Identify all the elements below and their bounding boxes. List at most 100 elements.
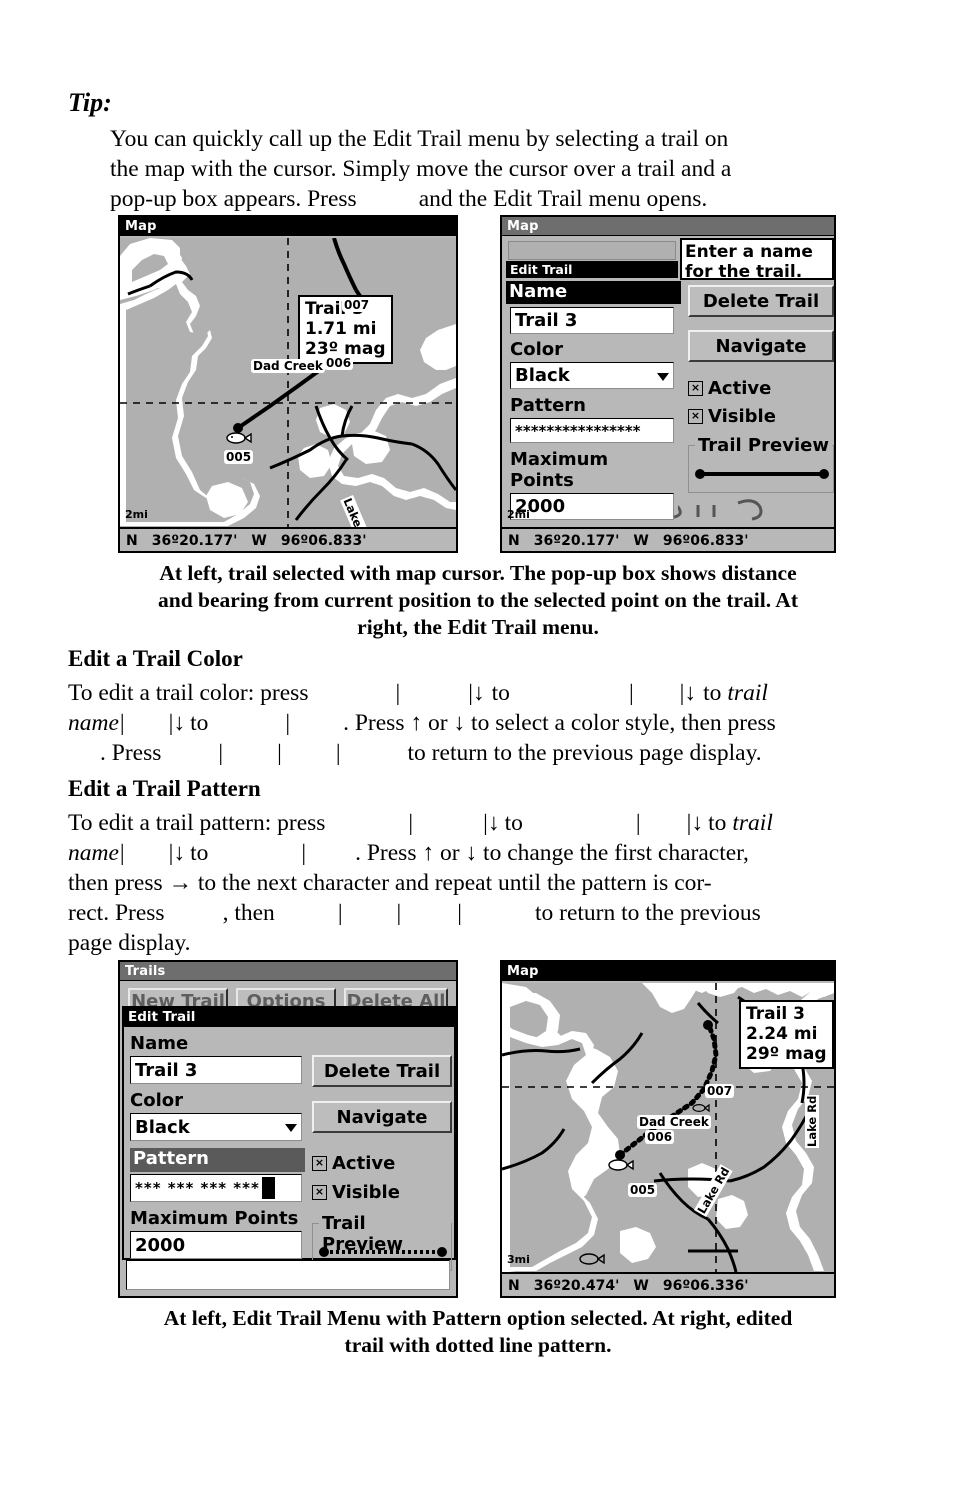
field-label-name[interactable]: Name [506, 281, 681, 304]
active-checkbox-label: Active [332, 1153, 396, 1174]
status-lat-dir: N [508, 533, 520, 549]
pipe-separator: | [119, 840, 125, 866]
map-status-bar: N 36º20.474' W 96º06.336' [502, 1272, 834, 1296]
pipe-separator: | [301, 840, 307, 866]
checkbox-checked-icon: × [312, 1185, 327, 1200]
color-select[interactable]: Black [130, 1113, 302, 1141]
visible-checkbox-label: Visible [708, 406, 776, 427]
checkbox-checked-icon: × [312, 1156, 327, 1171]
pattern-line4-b: , then [222, 900, 275, 926]
field-label-pattern[interactable]: Pattern [130, 1148, 305, 1172]
map-label-lake-rd-east: Lake Rd [805, 1094, 819, 1148]
color-line1-a: To edit a trail color: press [68, 680, 309, 706]
active-checkbox[interactable]: × Active [688, 378, 834, 399]
trail-preview-solid-line [695, 469, 829, 479]
screenshot-map-trail-selected: Map Trail 3 1.71 mi 23º mag 007 006 005 … [118, 215, 458, 553]
field-label-name: Name [130, 1033, 189, 1054]
pattern-value: *** *** *** *** [135, 1179, 260, 1197]
color-line3-a: . Press [100, 740, 162, 766]
trails-title-bar: Trails [120, 962, 456, 981]
name-input[interactable]: Trail 3 [130, 1056, 302, 1084]
screenshot-edit-trail-menu: Map Enter a name for the trail. Edit Tra… [500, 215, 836, 553]
pipe-separator: |↓ [483, 810, 500, 836]
underlying-input-bar [508, 241, 676, 260]
checkbox-checked-icon: × [688, 409, 703, 424]
popup-distance: 2.24 mi [746, 1024, 818, 1044]
chevron-down-icon[interactable] [657, 372, 669, 381]
pattern-value: **************** [515, 421, 641, 440]
pattern-line2-b: to [190, 840, 209, 866]
pattern-line1-a: To edit a trail pattern: press [68, 810, 326, 836]
map-popup-box: Trail 3 2.24 mi 29º mag [739, 1000, 834, 1069]
pipe-separator: | [337, 900, 343, 926]
visible-checkbox[interactable]: × Visible [312, 1182, 449, 1203]
color-select[interactable]: Black [510, 362, 674, 389]
pattern-line4-a: rect. Press [68, 900, 165, 926]
pattern-line1-b: to [504, 810, 523, 836]
visible-checkbox[interactable]: × Visible [688, 406, 834, 427]
pipe-separator: | [396, 900, 402, 926]
map-canvas [120, 238, 456, 527]
pattern-input[interactable]: *** *** *** *** [130, 1174, 302, 1202]
visible-checkbox-label: Visible [332, 1182, 400, 1203]
checkbox-checked-icon: × [688, 381, 703, 396]
dialog-title-bar: Edit Trail [506, 261, 678, 278]
pipe-separator: | [277, 740, 282, 766]
active-checkbox[interactable]: × Active [312, 1153, 449, 1174]
pipe-separator: | [457, 900, 462, 926]
document-page: Tip: You can quickly call up the Edit Tr… [0, 0, 954, 1487]
caption-line-1: At left, trail selected with map cursor.… [159, 561, 797, 585]
figure2-caption: At left, Edit Trail Menu with Pattern op… [68, 1305, 888, 1359]
pattern-line1-d: trail [732, 810, 773, 836]
navigate-button[interactable]: Navigate [688, 330, 834, 362]
map-scale-label: 3mi [507, 1253, 530, 1266]
map-title-bar: Map [120, 217, 456, 236]
status-lon: 96º06.336' [662, 1278, 749, 1294]
name-input[interactable]: Trail 3 [510, 307, 674, 334]
status-lat: 36º20.177' [151, 533, 238, 549]
map-label-waypoint-005: 005 [628, 1183, 658, 1197]
color-line2-a: name [68, 710, 119, 736]
tip-line-3-before: pop-up box appears. Press [110, 186, 357, 212]
edit-trail-right-column: Delete Trail Navigate × Active × Visible… [309, 1027, 452, 1271]
delete-trail-button[interactable]: Delete Trail [312, 1055, 452, 1087]
map-label-waypoint-006: 006 [645, 1130, 675, 1144]
map-scale-label: 2mi [125, 508, 148, 521]
color-line2-b: to [190, 710, 209, 736]
map-title-bar: Map [502, 217, 834, 236]
map-label-dad-creek: Dad Creek [251, 359, 325, 373]
navigate-button[interactable]: Navigate [312, 1101, 452, 1133]
pipe-separator: | [395, 680, 401, 706]
delete-trail-button[interactable]: Delete Trail [688, 285, 834, 317]
field-label-pattern: Pattern [510, 395, 586, 416]
pipe-separator: |↓ [679, 680, 697, 706]
field-label-maximum-points: Maximum Points [130, 1208, 299, 1229]
map-label-waypoint-005: 005 [224, 450, 254, 464]
pattern-line3: then press → to the next character and r… [68, 870, 712, 896]
caption-line-2: and bearing from current position to the… [158, 588, 798, 612]
chevron-down-icon[interactable] [285, 1124, 297, 1132]
pattern-input[interactable]: **************** [510, 418, 674, 443]
pattern-line4-c: to return to the previous [534, 900, 761, 926]
tip-line-3-after: and the Edit Trail menu opens. [418, 186, 708, 212]
active-checkbox-label: Active [708, 378, 772, 399]
figure1-caption: At left, trail selected with map cursor.… [68, 560, 888, 641]
map-label-waypoint-007: 007 [705, 1084, 735, 1098]
color-line1-d: trail [727, 680, 768, 706]
field-label-maximum-points: Maximum Points [510, 449, 609, 491]
maximum-points-input[interactable]: 2000 [510, 493, 674, 520]
trail-preview-label: Trail Preview [695, 435, 832, 456]
edit-trail-dialog: Edit Trail Name Trail 3 Color Black Patt… [122, 1006, 456, 1271]
edit-trail-right-column: Delete Trail Navigate × Active × Visible… [688, 285, 834, 493]
status-lat: 36º20.474' [533, 1278, 620, 1294]
color-select-value: Black [515, 365, 570, 386]
pattern-line2-c: . Press ↑ or ↓ to change the first chara… [355, 840, 749, 866]
popup-distance: 1.71 mi [305, 319, 377, 339]
pipe-separator: | [119, 710, 125, 736]
maximum-points-input[interactable]: 2000 [130, 1231, 302, 1259]
map-label-dad-creek: Dad Creek [637, 1115, 711, 1129]
status-lon: 96º06.833' [280, 533, 367, 549]
pipe-separator: |↓ [168, 840, 186, 866]
paragraph-edit-a-trail-color: To edit a trail color: press | |↓ to | |… [68, 678, 888, 768]
pipe-separator: | [635, 810, 641, 836]
